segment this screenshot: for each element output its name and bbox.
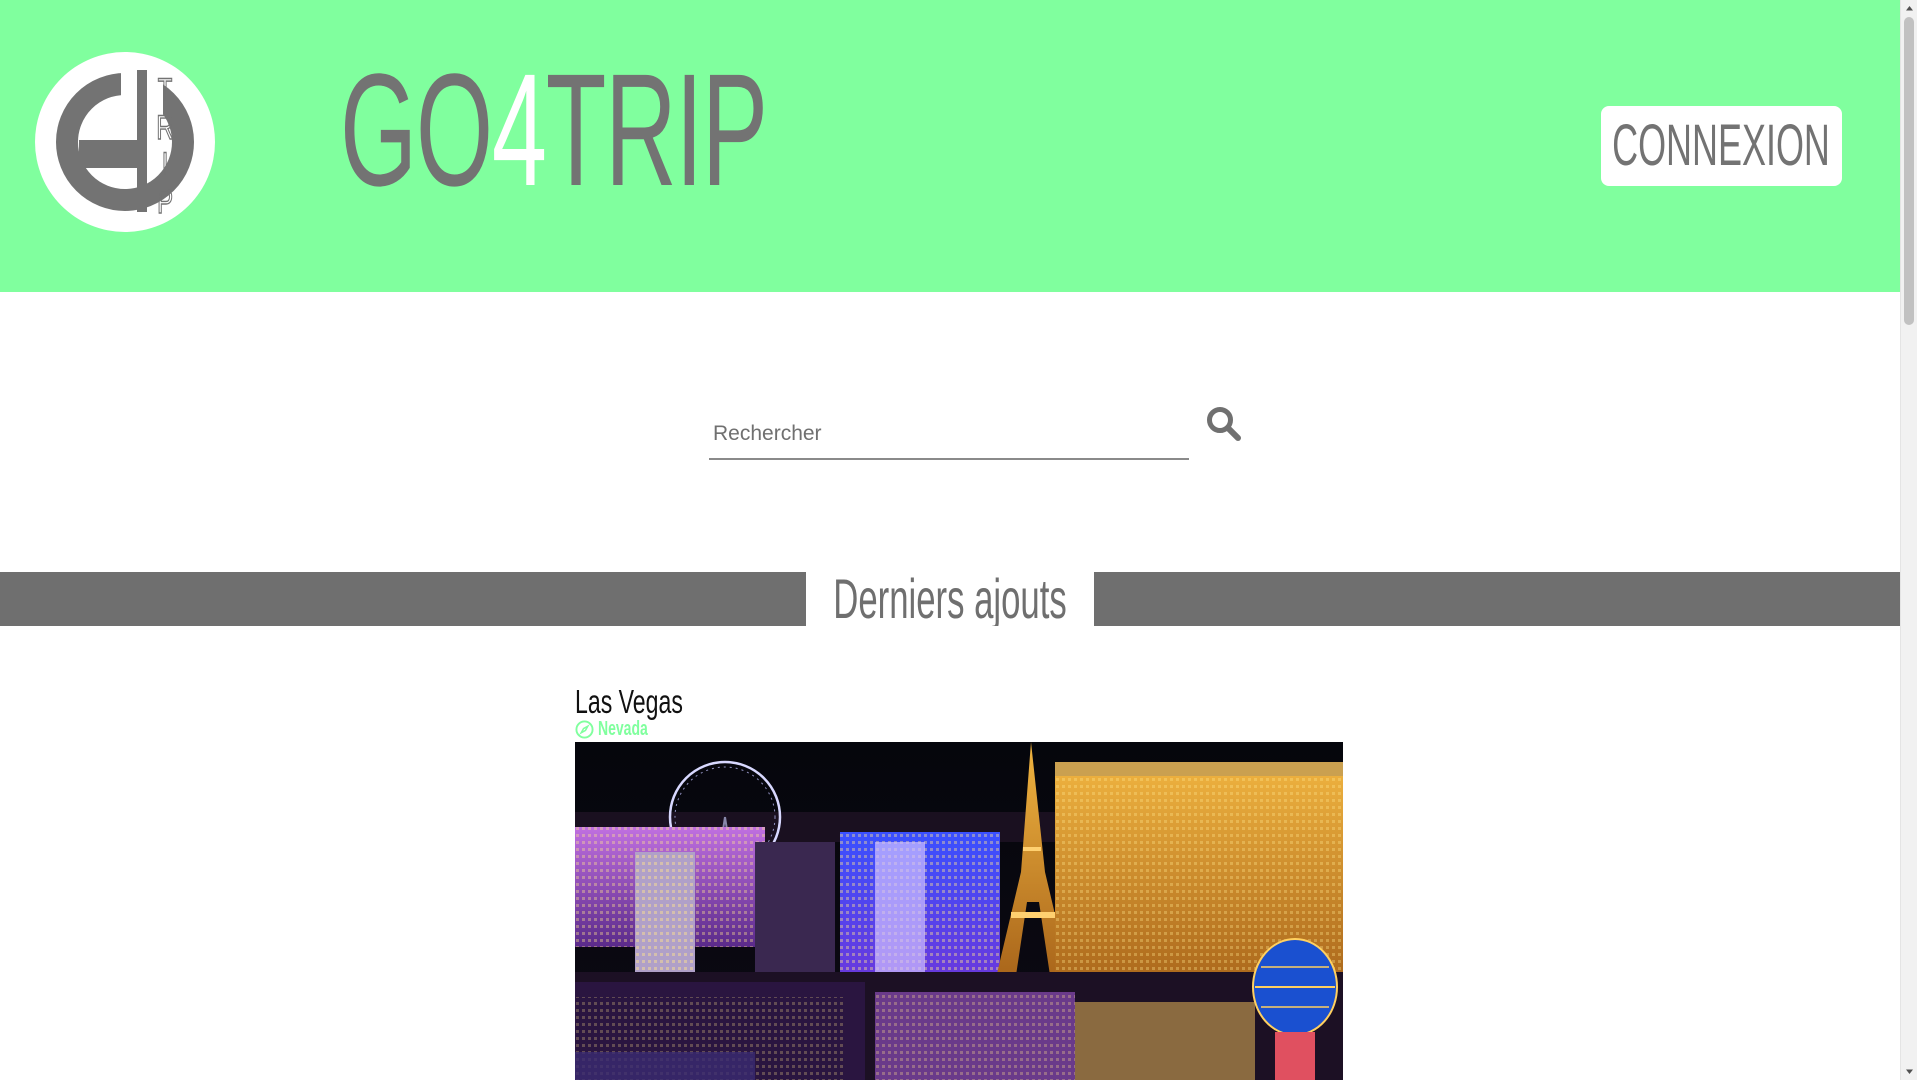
logo-letter: I <box>162 146 169 184</box>
scroll-down-arrow-icon[interactable] <box>1901 1063 1917 1080</box>
destination-location: Nevada <box>575 718 669 740</box>
destination-location-label: Nevada <box>598 718 648 740</box>
section-title: Derniers ajouts <box>833 572 1067 626</box>
site-title-part: TRIP <box>545 40 768 219</box>
site-title-part: 4 <box>491 40 547 219</box>
search-icon[interactable] <box>1205 405 1243 443</box>
destination-photo[interactable] <box>575 742 1343 1080</box>
login-button-label: CONNEXION <box>1612 113 1830 178</box>
search-input[interactable] <box>709 410 1189 458</box>
login-button[interactable]: CONNEXION <box>1601 106 1842 186</box>
scroll-up-arrow-icon[interactable] <box>1901 0 1917 17</box>
logo-letter: P <box>157 183 173 221</box>
scrollbar[interactable] <box>1900 0 1917 1080</box>
logo-letter: R <box>156 109 173 147</box>
site-logo[interactable]: T R I P <box>35 52 215 232</box>
site-title[interactable]: GO4TRIP <box>340 50 768 210</box>
search-field <box>709 410 1189 460</box>
scrollbar-thumb[interactable] <box>1904 17 1914 325</box>
logo-letter: T <box>158 72 173 110</box>
section-heading-box: Derniers ajouts <box>806 572 1094 626</box>
compass-icon <box>575 719 594 739</box>
site-title-part: GO <box>340 40 493 219</box>
destination-title[interactable]: Las Vegas <box>575 684 683 720</box>
page: T R I P GO4TRIP CONNEXION Derniers ajout… <box>0 0 1900 1080</box>
site-header: T R I P GO4TRIP CONNEXION <box>0 0 1900 292</box>
